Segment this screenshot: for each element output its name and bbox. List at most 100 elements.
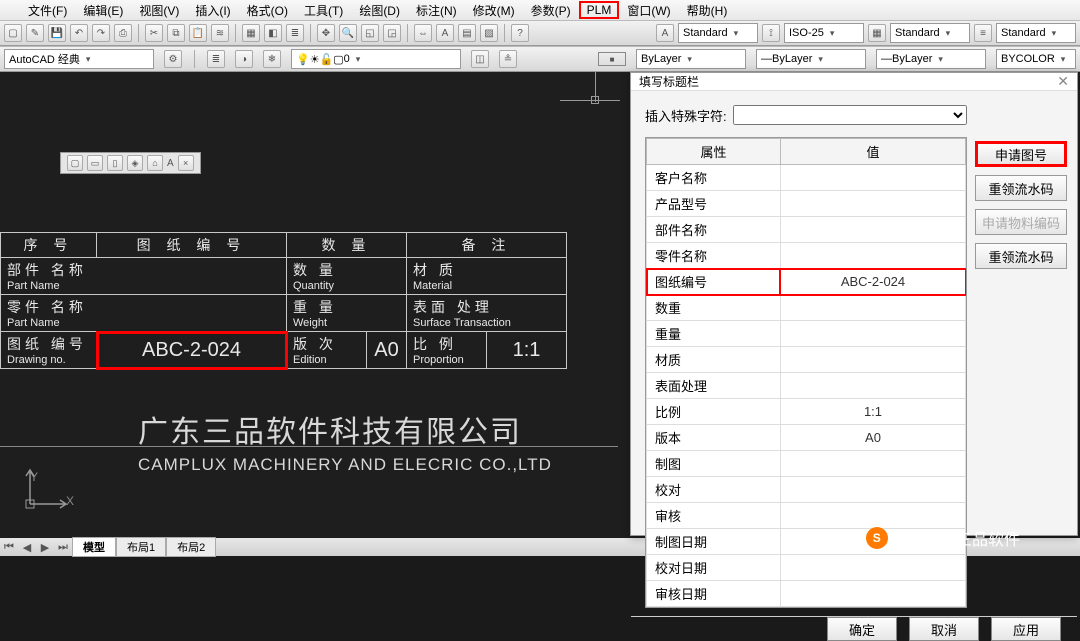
prop-row[interactable]: 审核 <box>647 503 966 529</box>
copy-icon[interactable]: ⧉ <box>167 24 185 42</box>
menu-dim[interactable]: 标注(N) <box>408 0 465 21</box>
hatch-icon[interactable]: ▨ <box>480 24 498 42</box>
prop-value[interactable] <box>780 295 965 321</box>
tab-prev-icon[interactable]: ◀ <box>18 541 36 554</box>
prop-value[interactable] <box>780 321 965 347</box>
prop-row[interactable]: 比例1:1 <box>647 399 966 425</box>
prop-row[interactable]: 版本A0 <box>647 425 966 451</box>
prop-row[interactable]: 图纸编号ABC-2-024 <box>647 269 966 295</box>
prop-value[interactable] <box>780 555 965 581</box>
prop-value[interactable] <box>780 243 965 269</box>
layerfreeze-icon[interactable]: ❄ <box>263 50 281 68</box>
menu-view[interactable]: 视图(V) <box>131 0 187 21</box>
prop-value[interactable] <box>780 165 965 191</box>
paste-icon[interactable]: 📋 <box>189 24 207 42</box>
side-button[interactable]: 重领流水码 <box>975 175 1067 201</box>
prop-value[interactable] <box>780 217 965 243</box>
prop-row[interactable]: 部件名称 <box>647 217 966 243</box>
menu-modify[interactable]: 修改(M) <box>465 0 523 21</box>
layer-icon[interactable]: ≣ <box>286 24 304 42</box>
textstyle-icon[interactable]: A <box>656 24 674 42</box>
cut-icon[interactable]: ✂ <box>145 24 163 42</box>
prop-value[interactable]: 1:1 <box>780 399 965 425</box>
ws-gear-icon[interactable]: ⚙ <box>164 50 182 68</box>
prop-row[interactable]: 零件名称 <box>647 243 966 269</box>
tab-layout2[interactable]: 布局2 <box>166 537 216 557</box>
menu-param[interactable]: 参数(P) <box>523 0 579 21</box>
prop-row[interactable]: 材质 <box>647 347 966 373</box>
insert-symbol-select[interactable] <box>733 105 967 125</box>
prop-row[interactable]: 制图 <box>647 451 966 477</box>
new-icon[interactable]: ▢ <box>4 24 22 42</box>
menu-help[interactable]: 帮助(H) <box>679 0 736 21</box>
textstyle-select[interactable]: Standard <box>678 23 758 43</box>
menu-insert[interactable]: 插入(I) <box>187 0 238 21</box>
zoomwin-icon[interactable]: ◱ <box>361 24 379 42</box>
prop-row[interactable]: 审核日期 <box>647 581 966 607</box>
prop-value[interactable] <box>780 347 965 373</box>
menu-edit[interactable]: 编辑(E) <box>75 0 131 21</box>
home-view-icon[interactable]: ⌂ <box>147 155 163 171</box>
open-icon[interactable]: ✎ <box>26 24 44 42</box>
tab-next-icon[interactable]: ▶ <box>36 541 54 554</box>
tab-last-icon[interactable]: ⏭ <box>54 541 72 554</box>
layerstate-icon[interactable]: ◫ <box>471 50 489 68</box>
menu-format[interactable]: 格式(O) <box>239 0 296 21</box>
help-icon[interactable]: ? <box>511 24 529 42</box>
layeriso-icon[interactable]: ◑ <box>235 50 253 68</box>
side-button[interactable]: 申请图号 <box>975 141 1067 167</box>
text-icon[interactable]: A <box>436 24 454 42</box>
prop-row[interactable]: 产品型号 <box>647 191 966 217</box>
prop-value[interactable]: ABC-2-024 <box>780 269 965 295</box>
tab-first-icon[interactable]: ⏮ <box>0 541 18 554</box>
pan-icon[interactable]: ✥ <box>317 24 335 42</box>
block-icon[interactable]: ▦ <box>242 24 260 42</box>
top-view-icon[interactable]: ▢ <box>67 155 83 171</box>
close-icon[interactable]: ✕ <box>1057 73 1069 90</box>
undo-icon[interactable]: ↶ <box>70 24 88 42</box>
mlstyle-select[interactable]: Standard <box>996 23 1076 43</box>
lineweight-select[interactable]: — ByLayer <box>876 49 986 69</box>
layer-select[interactable]: 💡☀🔓▢ 0 <box>291 49 461 69</box>
ok-button[interactable]: 确定 <box>827 617 897 641</box>
tab-layout1[interactable]: 布局1 <box>116 537 166 557</box>
save-icon[interactable]: 💾 <box>48 24 66 42</box>
prop-value[interactable] <box>780 373 965 399</box>
layermatch-icon[interactable]: ≗ <box>499 50 517 68</box>
table-icon[interactable]: ▤ <box>458 24 476 42</box>
prop-value[interactable] <box>780 477 965 503</box>
redo-icon[interactable]: ↷ <box>92 24 110 42</box>
dimstyle-select[interactable]: ISO-25 <box>784 23 864 43</box>
close-toolbar-icon[interactable]: × <box>178 155 194 171</box>
side-button[interactable]: 重领流水码 <box>975 243 1067 269</box>
apply-button[interactable]: 应用 <box>991 617 1061 641</box>
xref-icon[interactable]: ◧ <box>264 24 282 42</box>
prop-row[interactable]: 客户名称 <box>647 165 966 191</box>
menu-window[interactable]: 窗口(W) <box>619 0 678 21</box>
menu-draw[interactable]: 绘图(D) <box>351 0 408 21</box>
linetype-select[interactable]: — ByLayer <box>756 49 866 69</box>
prop-row[interactable]: 表面处理 <box>647 373 966 399</box>
prop-value[interactable] <box>780 581 965 607</box>
workspace-select[interactable]: AutoCAD 经典 <box>4 49 154 69</box>
match-icon[interactable]: ≋ <box>211 24 229 42</box>
tablestyle-icon[interactable]: ▦ <box>868 24 886 42</box>
dim-icon[interactable]: ⇔ <box>414 24 432 42</box>
print-icon[interactable]: ⎙ <box>114 24 132 42</box>
iso-view-icon[interactable]: ◈ <box>127 155 143 171</box>
prop-value[interactable] <box>780 503 965 529</box>
prop-value[interactable]: A0 <box>780 425 965 451</box>
dimstyle-icon[interactable]: ⟟ <box>762 24 780 42</box>
prop-row[interactable]: 数重 <box>647 295 966 321</box>
menu-file[interactable]: 文件(F) <box>20 0 75 21</box>
front-view-icon[interactable]: ▭ <box>87 155 103 171</box>
prop-value[interactable] <box>780 191 965 217</box>
prop-row[interactable]: 校对 <box>647 477 966 503</box>
prop-row[interactable]: 重量 <box>647 321 966 347</box>
prop-row[interactable]: 校对日期 <box>647 555 966 581</box>
cancel-button[interactable]: 取消 <box>909 617 979 641</box>
color-select[interactable]: ByLayer <box>636 49 746 69</box>
side-view-icon[interactable]: ▯ <box>107 155 123 171</box>
menu-plm[interactable]: PLM <box>579 1 620 19</box>
prop-value[interactable] <box>780 451 965 477</box>
